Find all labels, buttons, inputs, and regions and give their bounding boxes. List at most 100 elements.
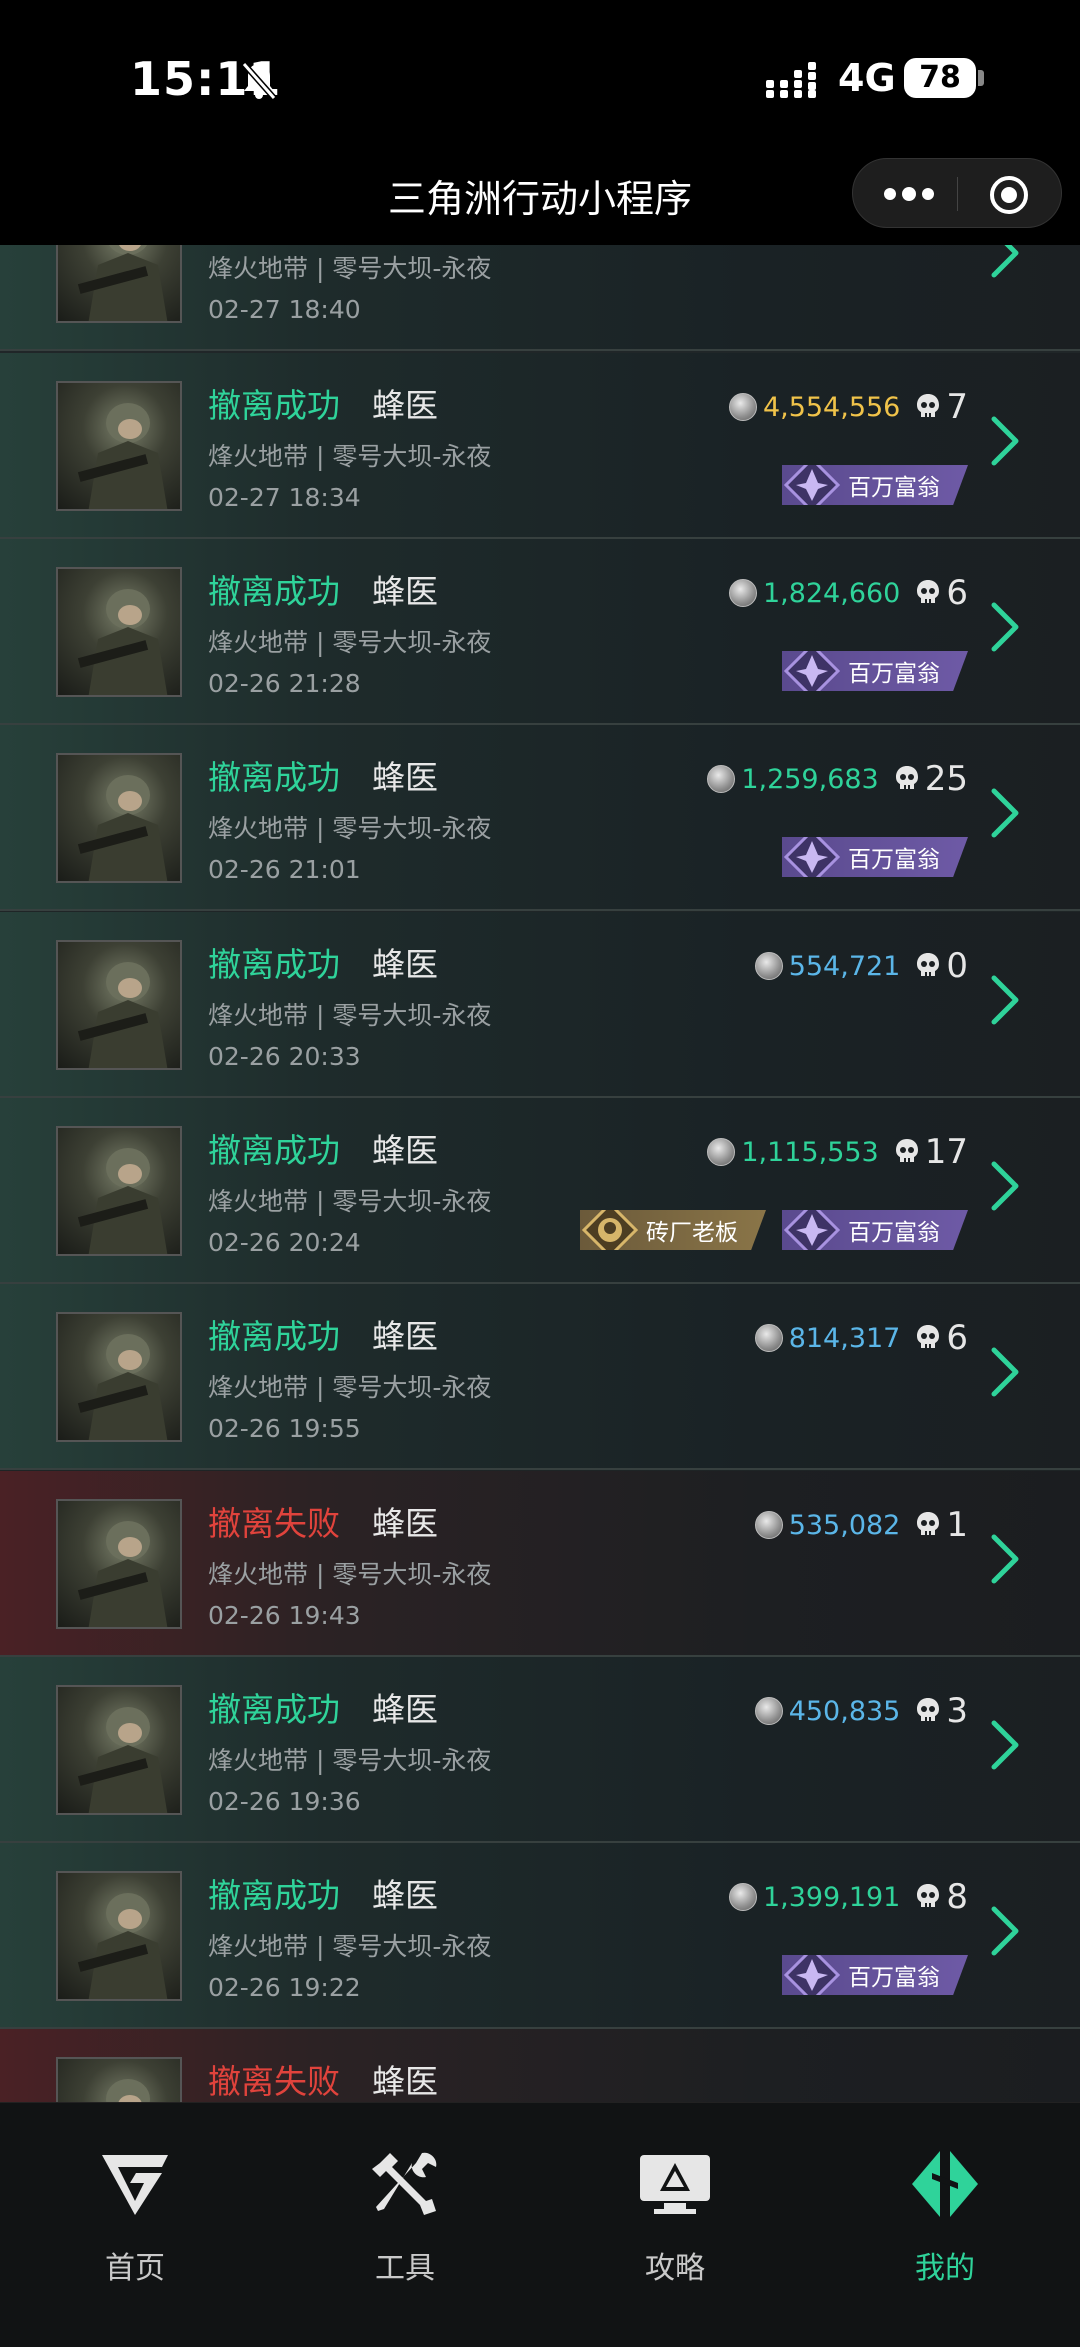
match-record-row[interactable]: 撤离失败 蜂医 烽火地带 | 零号大坝-永夜 02-26 19:43 535,0…	[0, 1471, 1080, 1657]
map-name: 烽火地带 | 零号大坝-永夜	[208, 628, 492, 657]
achievement-badge: 百万富翁	[782, 1955, 968, 1995]
match-record-row[interactable]: 撤离成功 蜂医 烽火地带 | 零号大坝-永夜 02-26 21:28 1,824…	[0, 539, 1080, 725]
battery-icon: 78	[904, 58, 976, 98]
battery-tip	[978, 70, 984, 86]
skull-icon	[917, 580, 940, 603]
match-record-row[interactable]: 撤离成功 蜂医 烽火地带 | 零号大坝-永夜 02-27 18:34 4,554…	[0, 353, 1080, 539]
match-record-row[interactable]: 撤离成功 蜂医 烽火地带 | 零号大坝-永夜 02-26 19:36 450,8…	[0, 1657, 1080, 1843]
battery-level: 78	[919, 60, 961, 95]
millionaire-badge-icon	[784, 651, 840, 691]
nav-profile[interactable]: 我的	[810, 2103, 1080, 2347]
nav-label: 首页	[105, 2251, 165, 2286]
chevron-right-icon[interactable]	[990, 245, 1020, 279]
close-miniprogram-icon[interactable]	[989, 175, 1029, 215]
skull-icon	[917, 1884, 940, 1907]
match-stats: 1,259,683 25	[707, 759, 968, 799]
operator-name: 蜂医	[372, 758, 438, 797]
nav-label: 工具	[375, 2251, 435, 2286]
match-stats: 450,835 3	[754, 1691, 968, 1731]
bottom-nav: 首页 工具 攻略 我的	[0, 2102, 1080, 2347]
match-stats: 1,824,660 6	[728, 573, 968, 613]
nav-label: 我的	[915, 2251, 975, 2286]
operator-name: 蜂医	[372, 572, 438, 611]
match-time: 02-26 20:33	[208, 1042, 361, 1071]
extraction-result: 撤离成功	[208, 1131, 340, 1170]
match-time: 02-26 19:55	[208, 1414, 361, 1443]
operator-name: 蜂医	[372, 945, 438, 984]
badge-label: 百万富翁	[848, 661, 940, 687]
match-record-row[interactable]: 撤离成功 蜂医 烽火地带 | 零号大坝-永夜 02-26 20:33 554,7…	[0, 912, 1080, 1098]
match-stats: 4,554,556 7	[728, 387, 968, 427]
network-type: 4G	[838, 56, 896, 100]
skull-icon	[917, 953, 940, 976]
operator-name: 蜂医	[372, 2062, 438, 2101]
skull-icon	[917, 1512, 940, 1535]
nav-tools[interactable]: 工具	[270, 2103, 540, 2347]
chevron-right-icon[interactable]	[990, 1533, 1020, 1585]
achievement-badge: 砖厂老板	[580, 1210, 766, 1250]
nav-guide[interactable]: 攻略	[540, 2103, 810, 2347]
badge-list: 百万富翁	[782, 1955, 968, 1995]
operator-name: 蜂医	[372, 1504, 438, 1543]
operator-name: 蜂医	[372, 1876, 438, 1915]
extraction-result: 撤离成功	[208, 758, 340, 797]
chevron-right-icon[interactable]	[990, 1346, 1020, 1398]
extraction-result: 撤离成功	[208, 386, 340, 425]
operator-avatar	[56, 2057, 182, 2102]
operator-name: 蜂医	[372, 1690, 438, 1729]
signal-icon	[766, 62, 816, 98]
more-icon[interactable]	[883, 187, 935, 201]
badge-list: 砖厂老板 百万富翁	[580, 1210, 968, 1250]
coin-icon	[707, 765, 736, 793]
nav-home[interactable]: 首页	[0, 2103, 270, 2347]
extraction-value: 554,721	[788, 950, 901, 982]
chevron-right-icon[interactable]	[990, 1719, 1020, 1771]
extraction-value: 535,082	[788, 1509, 901, 1541]
operator-avatar	[56, 753, 182, 883]
kill-count: 0	[946, 946, 968, 986]
chevron-right-icon[interactable]	[990, 787, 1020, 839]
extraction-value: 1,824,660	[762, 577, 901, 609]
operator-avatar	[56, 1871, 182, 2001]
badge-label: 百万富翁	[848, 847, 940, 873]
skull-icon	[917, 394, 940, 417]
match-record-row[interactable]: 撤离成功 蜂医 烽火地带 | 零号大坝-永夜 02-26 19:55 814,3…	[0, 1284, 1080, 1470]
match-record-row[interactable]: 撤离成功 蜂医 烽火地带 | 零号大坝-永夜 02-26 21:01 1,259…	[0, 725, 1080, 911]
skull-icon	[895, 766, 918, 789]
match-record-row[interactable]: 撤离成功 蜂医 烽火地带 | 零号大坝-永夜 02-26 20:24 1,115…	[0, 1098, 1080, 1284]
factory-boss-badge-icon	[582, 1210, 638, 1250]
match-stats: 814,317 6	[754, 1318, 968, 1358]
match-time: 02-26 19:22	[208, 1973, 361, 2002]
coin-icon	[728, 1883, 757, 1911]
skull-icon	[895, 1139, 918, 1162]
coin-icon	[707, 1138, 736, 1166]
operator-avatar	[56, 567, 182, 697]
skull-icon	[917, 1698, 940, 1721]
match-stats: 1,115,553 17	[707, 1132, 968, 1172]
capsule-divider	[957, 177, 958, 211]
match-record-row[interactable]: 撤离失败 蜂医	[0, 2029, 1080, 2102]
map-name: 烽火地带 | 零号大坝-永夜	[208, 442, 492, 471]
match-record-row[interactable]: 烽火地带 | 零号大坝-永夜 02-27 18:40 -189,200 1	[0, 245, 1080, 351]
extraction-result: 撤离成功	[208, 1876, 340, 1915]
match-time: 02-26 21:01	[208, 855, 361, 884]
coin-icon	[754, 1511, 783, 1539]
match-stats: 535,082 1	[754, 1505, 968, 1545]
extraction-result: 撤离失败	[208, 1504, 340, 1543]
achievement-badge: 百万富翁	[782, 837, 968, 877]
match-time: 02-26 21:28	[208, 669, 361, 698]
map-name: 烽火地带 | 零号大坝-永夜	[208, 1560, 492, 1589]
operator-name: 蜂医	[372, 1317, 438, 1356]
match-record-list[interactable]: 烽火地带 | 零号大坝-永夜 02-27 18:40 -189,200 1	[0, 245, 1080, 2102]
chevron-right-icon[interactable]	[990, 415, 1020, 467]
bell-muted-icon	[241, 62, 277, 100]
extraction-value: 1,259,683	[741, 763, 879, 795]
chevron-right-icon[interactable]	[990, 601, 1020, 653]
chevron-right-icon[interactable]	[990, 974, 1020, 1026]
kill-count: 1	[946, 1505, 968, 1545]
chevron-right-icon[interactable]	[990, 1160, 1020, 1212]
kill-count: 6	[946, 573, 968, 613]
chevron-right-icon[interactable]	[990, 1905, 1020, 1957]
match-record-row[interactable]: 撤离成功 蜂医 烽火地带 | 零号大坝-永夜 02-26 19:22 1,399…	[0, 1843, 1080, 2029]
match-time: 02-26 20:24	[208, 1228, 361, 1257]
